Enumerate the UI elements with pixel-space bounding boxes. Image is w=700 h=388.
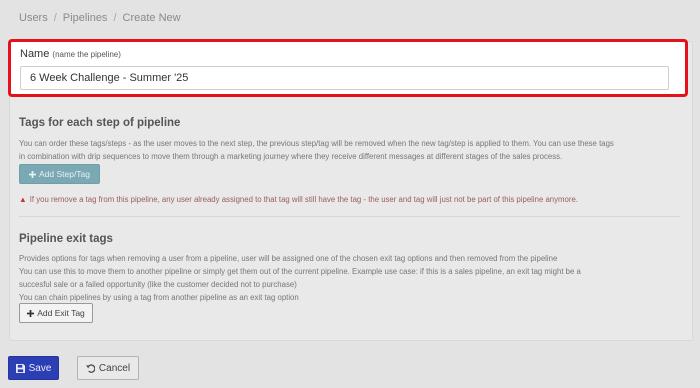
breadcrumb-users[interactable]: Users xyxy=(19,12,48,24)
breadcrumb-pipelines[interactable]: Pipelines xyxy=(63,12,108,24)
floppy-disk-icon xyxy=(15,363,25,373)
add-exit-tag-button[interactable]: Add Exit Tag xyxy=(19,303,93,323)
plus-icon xyxy=(28,170,36,178)
section-divider xyxy=(19,216,680,217)
warning-text: If you remove a tag from this pipeline, … xyxy=(29,195,578,204)
save-button[interactable]: Save xyxy=(8,356,59,380)
undo-icon xyxy=(85,363,95,373)
tags-section-description-2: in combination with drip sequences to mo… xyxy=(19,152,563,161)
breadcrumb: Users / Pipelines / Create New xyxy=(19,12,181,24)
exit-section-line-3: succesful sale or a failed opportunity (… xyxy=(19,280,297,289)
add-step-tag-label: Add Step/Tag xyxy=(38,169,91,179)
plus-icon xyxy=(27,309,35,317)
name-label-hint: (name the pipeline) xyxy=(52,50,121,59)
save-label: Save xyxy=(28,362,52,374)
name-label: Name (name the pipeline) xyxy=(20,48,121,60)
name-field-group: Name (name the pipeline) xyxy=(8,39,688,97)
breadcrumb-separator: / xyxy=(113,12,117,24)
exit-section-line-1: Provides options for tags when removing … xyxy=(19,254,558,263)
tags-section-title: Tags for each step of pipeline xyxy=(19,117,181,129)
breadcrumb-current: Create New xyxy=(122,12,181,24)
remove-tag-warning: ▲ If you remove a tag from this pipeline,… xyxy=(19,195,578,204)
exit-section-title: Pipeline exit tags xyxy=(19,233,113,245)
tags-section-description-1: You can order these tags/steps - as the … xyxy=(19,139,614,148)
breadcrumb-separator: / xyxy=(53,12,57,24)
cancel-label: Cancel xyxy=(98,362,131,374)
cancel-button[interactable]: Cancel xyxy=(77,356,139,380)
pipeline-name-input[interactable] xyxy=(20,66,669,90)
exit-section-line-2: You can use this to move them to another… xyxy=(19,267,581,276)
add-exit-tag-label: Add Exit Tag xyxy=(37,308,85,318)
warning-icon: ▲ xyxy=(19,195,27,204)
name-label-text: Name xyxy=(20,48,50,60)
add-step-tag-button[interactable]: Add Step/Tag xyxy=(19,164,100,184)
